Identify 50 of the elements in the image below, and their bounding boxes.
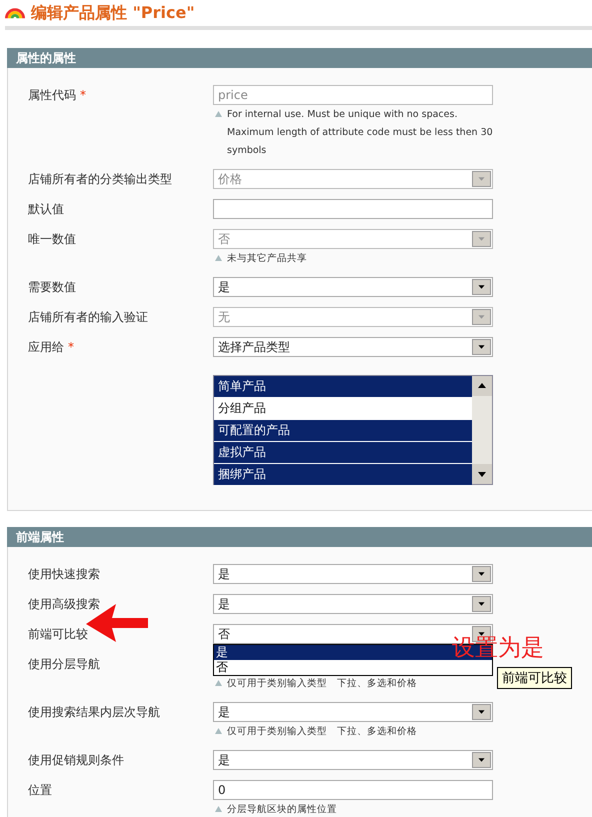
list-option[interactable]: 虚拟产品: [214, 442, 472, 464]
list-option[interactable]: 可配置的产品: [214, 420, 472, 442]
tooltip: 前端可比较: [497, 667, 572, 689]
section-header: 属性的属性: [7, 48, 592, 68]
field-label: 应用给: [28, 339, 64, 356]
hint-text: 仅可用于类别输入类型 下拉、多选和价格: [227, 676, 417, 690]
triangle-icon: [215, 806, 222, 812]
field-label: 前端可比较: [28, 626, 88, 643]
dropdown[interactable]: 选择产品类型: [213, 337, 493, 357]
section-header: 前端属性: [7, 527, 592, 547]
triangle-icon: [215, 728, 222, 734]
field-label: 需要数值: [28, 279, 76, 296]
dropdown-option[interactable]: 否: [214, 660, 492, 675]
rainbow-icon: [5, 8, 25, 18]
dropdown[interactable]: 是: [213, 702, 493, 722]
triangle-icon: [215, 255, 222, 261]
list-option[interactable]: 简单产品: [214, 376, 472, 398]
dropdown[interactable]: 是: [213, 277, 493, 297]
required-mark: *: [80, 87, 86, 104]
field-label: 店铺所有者的分类输出类型: [28, 171, 172, 188]
field-label: 使用搜索结果内层次导航: [28, 704, 160, 721]
field-label: 唯一数值: [28, 231, 76, 248]
text-field[interactable]: [213, 199, 493, 219]
hint-text: 未与其它产品共享: [227, 252, 307, 264]
scrollbar[interactable]: [472, 376, 492, 484]
field-label: 默认值: [28, 201, 64, 218]
field-label: 使用分层导航: [28, 656, 100, 673]
triangle-icon: [215, 680, 222, 686]
dropdown[interactable]: 是: [213, 564, 493, 584]
text-field[interactable]: 0: [213, 780, 493, 800]
dropdown[interactable]: 是: [213, 594, 493, 614]
field-label: 使用高级搜索: [28, 596, 100, 613]
hint-text: 分层导航区块的属性位置: [227, 802, 337, 816]
field-label: 店铺所有者的输入验证: [28, 309, 148, 326]
hint-text: 仅可用于类别输入类型 下拉、多选和价格: [227, 724, 417, 738]
dropdown[interactable]: 是: [213, 750, 493, 770]
list-box[interactable]: 简单产品 分组产品 可配置的产品 虚拟产品 捆绑产品: [213, 375, 493, 485]
hint-text: Maximum length of attribute code must be less then 30: [227, 126, 493, 138]
hint-text: symbols: [227, 144, 266, 156]
field-label: 使用促销规则条件: [28, 752, 124, 769]
scroll-down-icon[interactable]: [472, 464, 492, 484]
scroll-up-icon[interactable]: [472, 376, 492, 396]
field-label: 属性代码: [28, 87, 76, 104]
field-label: 使用快速搜索: [28, 566, 100, 583]
required-mark: *: [68, 339, 74, 356]
page-title: 编辑产品属性 "Price": [31, 2, 195, 24]
field-label: 位置: [28, 782, 52, 799]
list-option[interactable]: 捆绑产品: [214, 464, 472, 486]
hint-text: For internal use. Must be unique with no spaces.: [227, 108, 458, 120]
triangle-icon: [215, 111, 222, 117]
